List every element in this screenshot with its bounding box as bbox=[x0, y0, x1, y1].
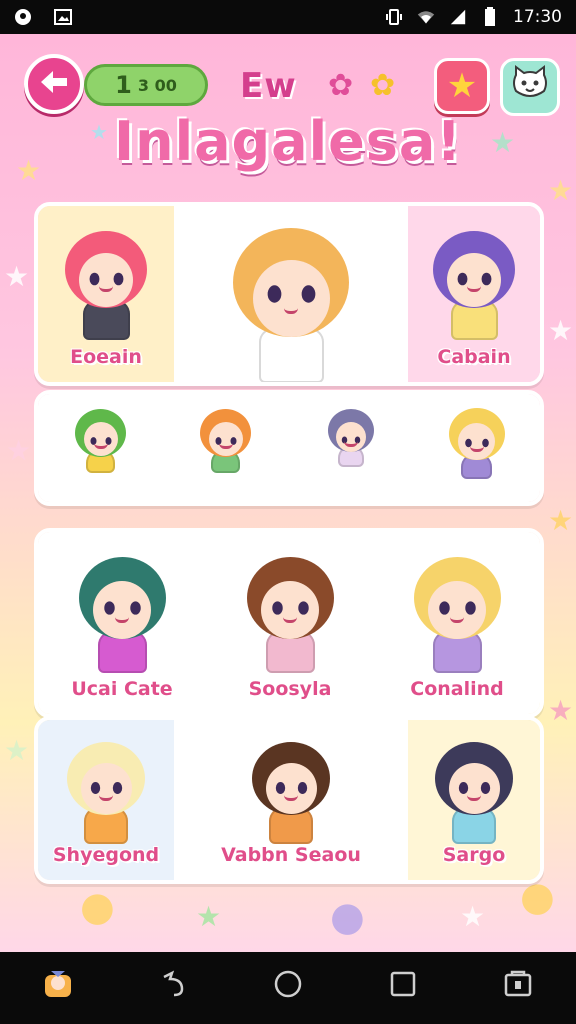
character-face bbox=[265, 763, 317, 814]
game-screen: ★ ★ ★ ★ ★ ★ ★ ★ ★ ★ ★ ★ ● ● ● 1 3 00 Ew … bbox=[0, 34, 576, 952]
character-card[interactable]: Cabain bbox=[408, 206, 540, 382]
character-eye bbox=[301, 285, 316, 303]
system-nav-bar bbox=[0, 952, 576, 1024]
coin-value: 1 bbox=[115, 71, 132, 99]
star-decoration-icon: ★ bbox=[460, 900, 486, 933]
character-face bbox=[208, 422, 243, 456]
flower-icon: ✿ bbox=[328, 68, 354, 103]
home-app-icon bbox=[41, 967, 75, 1009]
character-eye bbox=[89, 272, 100, 286]
character-face bbox=[93, 581, 151, 639]
star-decoration-icon: ★ bbox=[6, 434, 32, 467]
signal-icon bbox=[449, 8, 467, 26]
character-name: Vabbn Seaou bbox=[221, 844, 361, 866]
character-name: Shyegond bbox=[52, 844, 160, 866]
character-panel: Shyegond Vabbn Seaou Sargo bbox=[34, 716, 544, 884]
image-icon bbox=[54, 8, 72, 26]
character-face bbox=[335, 422, 366, 452]
character-name: Soosyla bbox=[248, 678, 332, 700]
star-decoration-icon: ★ bbox=[4, 260, 30, 293]
home-icon bbox=[273, 969, 303, 1007]
character-name: Cabain bbox=[437, 346, 511, 368]
character-card[interactable]: Soosyla bbox=[206, 532, 374, 714]
location-icon bbox=[14, 8, 32, 26]
character-card[interactable] bbox=[38, 394, 163, 502]
character-face bbox=[252, 260, 330, 337]
character-card[interactable]: Vabbn Seaou bbox=[174, 720, 408, 880]
character-face bbox=[447, 253, 501, 307]
star-decoration-icon: ★ bbox=[548, 314, 574, 347]
star-decoration-icon: ★ bbox=[548, 694, 574, 727]
character-eye bbox=[457, 272, 468, 286]
star-decoration-icon: ★ bbox=[548, 174, 574, 207]
character-card[interactable] bbox=[163, 394, 288, 502]
star-icon: ★ bbox=[446, 66, 478, 106]
star-decoration-icon: ★ bbox=[196, 900, 222, 933]
character-mouth bbox=[343, 441, 358, 447]
battery-icon bbox=[481, 7, 499, 26]
bear-decoration-icon: ● bbox=[80, 884, 115, 930]
recents-nav-button[interactable] bbox=[379, 964, 427, 1012]
wifi-icon bbox=[417, 8, 435, 26]
character-eye bbox=[275, 781, 285, 794]
app-home-button[interactable] bbox=[34, 964, 82, 1012]
character-eye bbox=[458, 781, 468, 794]
character-card[interactable] bbox=[288, 394, 413, 502]
character-face bbox=[458, 423, 495, 460]
back-button[interactable] bbox=[24, 54, 84, 114]
character-name: Ucai Cate bbox=[71, 678, 173, 700]
character-panel: Eoeain Cabain bbox=[34, 202, 544, 386]
star-decoration-icon: ★ bbox=[4, 734, 30, 767]
character-card[interactable] bbox=[413, 394, 540, 502]
character-eye bbox=[481, 272, 492, 286]
back-arrow-icon bbox=[39, 69, 69, 99]
character-eye bbox=[298, 601, 309, 615]
mini-title: Ew bbox=[240, 66, 297, 106]
back-nav-button[interactable] bbox=[149, 964, 197, 1012]
page-title: Inlagalesa! bbox=[114, 110, 462, 173]
character-name: Sargo bbox=[442, 844, 506, 866]
coin-extra: 3 00 bbox=[137, 75, 177, 95]
character-face bbox=[79, 253, 133, 307]
coin-counter: 1 3 00 bbox=[84, 64, 208, 106]
character-eye bbox=[113, 272, 124, 286]
star-decoration-icon: ★ bbox=[548, 504, 574, 537]
profile-button[interactable] bbox=[500, 58, 560, 116]
bear-decoration-icon: ● bbox=[330, 894, 365, 940]
character-panel: Ucai Cate Soosyla Conalind bbox=[34, 528, 544, 718]
character-eye bbox=[130, 601, 141, 615]
character-card[interactable] bbox=[174, 206, 408, 382]
character-card[interactable]: Ucai Cate bbox=[38, 532, 206, 714]
flower-icon: ✿ bbox=[370, 68, 396, 103]
character-name: Conalind bbox=[410, 678, 504, 700]
character-panel bbox=[34, 390, 544, 506]
character-face bbox=[83, 422, 118, 456]
screenshot-icon bbox=[503, 969, 533, 1007]
character-card[interactable]: Eoeain bbox=[38, 206, 174, 382]
character-card[interactable]: Shyegond bbox=[38, 720, 174, 880]
recents-icon bbox=[389, 970, 417, 1006]
status-time: 17:30 bbox=[513, 7, 562, 27]
character-face bbox=[448, 763, 500, 814]
home-nav-button[interactable] bbox=[264, 964, 312, 1012]
vibrate-icon bbox=[385, 8, 403, 26]
character-eye bbox=[267, 285, 282, 303]
status-bar: 17:30 bbox=[0, 0, 576, 34]
top-bar: 1 3 00 Ew ✿ ✿ ★ bbox=[0, 46, 576, 116]
screenshot-nav-button[interactable] bbox=[494, 964, 542, 1012]
character-face bbox=[261, 581, 319, 639]
back-icon bbox=[158, 969, 188, 1007]
favorite-button[interactable]: ★ bbox=[434, 58, 490, 114]
character-name: Eoeain bbox=[70, 346, 142, 368]
character-eye bbox=[90, 781, 100, 794]
character-card[interactable]: Conalind bbox=[374, 532, 540, 714]
character-card[interactable]: Sargo bbox=[408, 720, 540, 880]
character-eye bbox=[465, 601, 476, 615]
cat-face-icon bbox=[510, 64, 550, 110]
character-face bbox=[80, 763, 132, 814]
character-face bbox=[428, 581, 486, 639]
